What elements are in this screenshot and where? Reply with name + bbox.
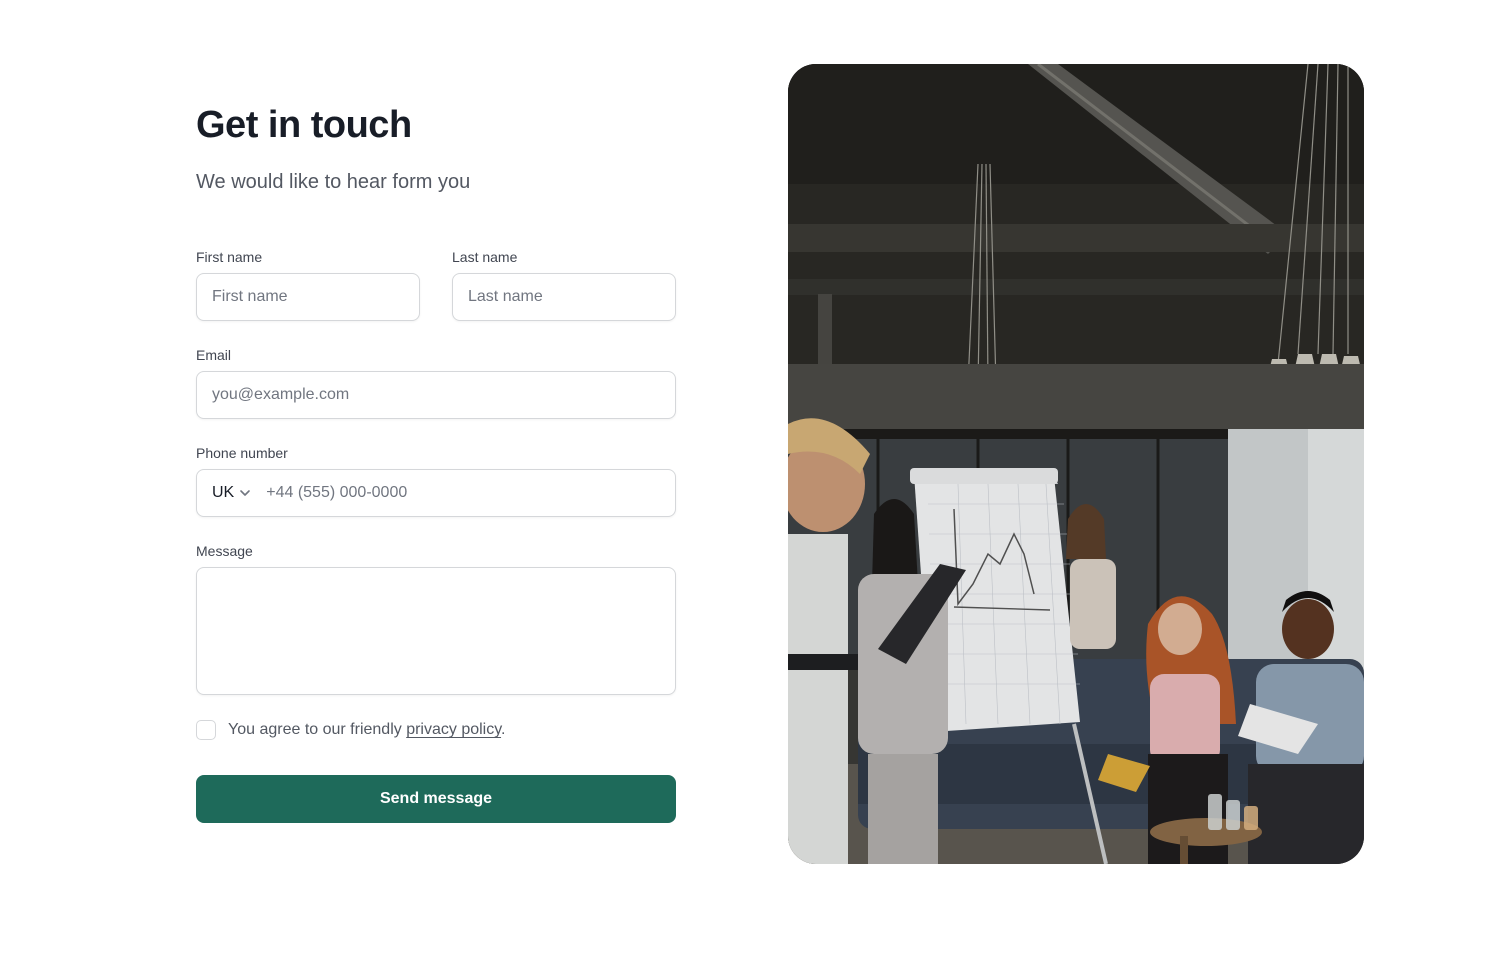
chevron-down-icon <box>240 490 251 496</box>
country-select[interactable]: UK <box>212 484 252 502</box>
email-label: Email <box>196 347 232 363</box>
phone-input[interactable] <box>266 484 660 502</box>
privacy-agreement-suffix: . <box>501 721 506 738</box>
privacy-agreement-prefix: You agree to our friendly <box>228 721 407 738</box>
privacy-agreement-text: You agree to our friendly privacy policy… <box>228 721 506 739</box>
email-input[interactable] <box>212 386 660 404</box>
first-name-field-wrapper <box>196 273 420 321</box>
office-team-photo <box>788 64 1364 864</box>
privacy-policy-link[interactable]: privacy policy <box>406 721 501 738</box>
privacy-checkbox[interactable] <box>196 720 216 740</box>
page-title: Get in touch <box>196 104 412 146</box>
phone-label: Phone number <box>196 445 288 461</box>
first-name-label: First name <box>196 249 263 265</box>
first-name-input[interactable] <box>212 288 404 306</box>
last-name-field-wrapper <box>452 273 676 321</box>
last-name-input[interactable] <box>468 288 660 306</box>
privacy-agreement: You agree to our friendly privacy policy… <box>196 720 506 740</box>
page-subtitle: We would like to hear form you <box>196 171 471 193</box>
message-label: Message <box>196 543 253 559</box>
phone-field-wrapper: UK <box>196 469 676 517</box>
last-name-label: Last name <box>452 249 518 265</box>
message-textarea[interactable] <box>196 567 676 695</box>
email-field-wrapper <box>196 371 676 419</box>
send-message-button[interactable]: Send message <box>196 775 676 823</box>
country-code: UK <box>212 484 235 501</box>
